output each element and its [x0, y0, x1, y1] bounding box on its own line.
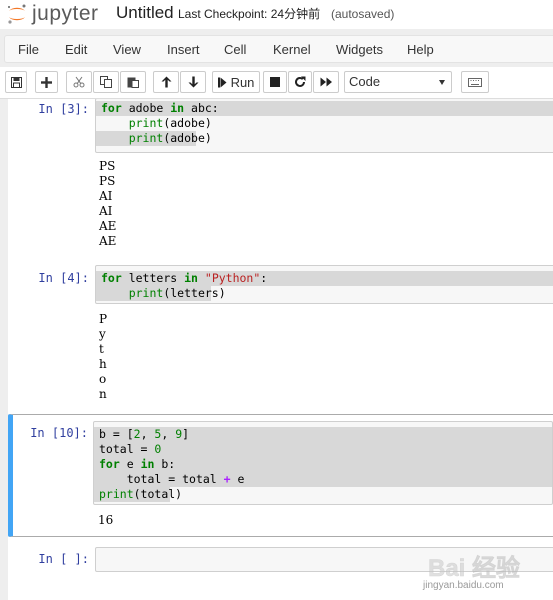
- output-line: 16: [98, 513, 114, 527]
- menu-view[interactable]: View: [113, 42, 141, 57]
- cell-type-select[interactable]: Code: [344, 71, 452, 93]
- jupyter-logo-icon: [8, 4, 26, 24]
- code-line: print(total): [99, 487, 183, 501]
- input-prompt: In [4]:: [38, 271, 89, 285]
- interrupt-button[interactable]: [263, 71, 287, 93]
- menu-widgets[interactable]: Widgets: [336, 42, 383, 57]
- notebook-name[interactable]: Untitled: [116, 3, 174, 23]
- code-line: total = total + e: [126, 472, 245, 486]
- code-line: print(adobe): [128, 116, 212, 130]
- cell-type-value: Code: [349, 74, 381, 89]
- restart-button[interactable]: [288, 71, 312, 93]
- command-palette-button[interactable]: [461, 71, 489, 93]
- arrow-down-icon: [188, 76, 198, 88]
- chevron-down-icon: [439, 80, 445, 85]
- copy-icon: [100, 76, 112, 88]
- cell-input[interactable]: for letters in "Python": print(letters): [95, 265, 553, 304]
- input-prompt: In [ ]:: [38, 552, 89, 566]
- watermark-brand: Bai 经验: [428, 554, 520, 582]
- menu-help[interactable]: Help: [407, 42, 434, 57]
- notebook-container: In [3]: for adobe in abc: print(adobe) p…: [8, 99, 553, 600]
- scissors-icon: [73, 76, 85, 88]
- code-line: print(letters): [128, 286, 226, 300]
- keyboard-icon: [468, 77, 482, 87]
- menu-cell[interactable]: Cell: [224, 42, 246, 57]
- plus-icon: [41, 76, 52, 88]
- paste-icon: [127, 77, 139, 88]
- save-button[interactable]: [5, 71, 27, 93]
- last-checkpoint: Last Checkpoint: 24分钟前: [178, 7, 321, 21]
- output-line: AE: [99, 234, 117, 248]
- output-line: h: [99, 357, 107, 371]
- output-line: t: [99, 342, 104, 356]
- output-line: PS: [99, 174, 116, 188]
- notebook-header: jupyter Untitled Last Checkpoint: 24分钟前 …: [0, 0, 553, 29]
- insert-cell-button[interactable]: [35, 71, 58, 93]
- arrow-up-icon: [161, 76, 171, 88]
- paste-button[interactable]: [120, 71, 146, 93]
- output-line: o: [99, 372, 107, 386]
- refresh-icon: [295, 76, 306, 87]
- menu-edit[interactable]: Edit: [65, 42, 87, 57]
- fast-forward-icon: [320, 77, 332, 87]
- code-line: print(adobe): [128, 131, 212, 145]
- restart-run-all-button[interactable]: [313, 71, 339, 93]
- autosave-status: (autosaved): [331, 7, 395, 21]
- cut-button[interactable]: [66, 71, 92, 93]
- menu-file[interactable]: File: [18, 42, 39, 57]
- watermark-url: jingyan.baidu.com: [423, 580, 504, 591]
- menu-kernel[interactable]: Kernel: [273, 42, 311, 57]
- code-line: total = 0: [99, 442, 162, 456]
- selected-code-cell[interactable]: In [10]: b = [2, 5, 9] total = 0 for e i…: [8, 414, 553, 537]
- output-line: n: [99, 387, 107, 401]
- input-prompt: In [10]:: [30, 426, 88, 440]
- run-label: Run: [230, 74, 255, 90]
- output-line: AE: [99, 219, 117, 233]
- cell-input[interactable]: for adobe in abc: print(adobe) print(ado…: [95, 99, 553, 153]
- jupyter-wordmark: jupyter: [32, 2, 99, 25]
- menu-insert[interactable]: Insert: [167, 42, 200, 57]
- move-down-button[interactable]: [180, 71, 206, 93]
- step-forward-icon: [217, 77, 227, 87]
- toolbar: Run Code: [0, 67, 553, 99]
- code-cell[interactable]: In [3]: for adobe in abc: print(adobe) p…: [8, 99, 553, 252]
- stop-icon: [270, 77, 280, 87]
- output-line: AI: [99, 189, 113, 203]
- menubar: File Edit View Insert Cell Kernel Widget…: [4, 35, 553, 63]
- jupyter-logo[interactable]: jupyter: [6, 3, 106, 25]
- output-line: PS: [99, 159, 116, 173]
- output-line: y: [99, 327, 106, 341]
- code-line: for letters in "Python":: [101, 271, 268, 285]
- run-button[interactable]: Run: [212, 71, 260, 93]
- code-cell[interactable]: In [4]: for letters in "Python": print(l…: [8, 261, 553, 406]
- move-up-button[interactable]: [153, 71, 179, 93]
- code-line: for adobe in abc:: [101, 101, 219, 115]
- code-line: for e in b:: [99, 457, 176, 471]
- save-icon: [10, 76, 22, 88]
- output-line: P: [99, 312, 108, 326]
- output-line: AI: [99, 204, 113, 218]
- input-prompt: In [3]:: [38, 102, 89, 116]
- cell-input[interactable]: b = [2, 5, 9] total = 0 for e in b: tota…: [93, 421, 553, 505]
- copy-button[interactable]: [93, 71, 119, 93]
- code-line: b = [2, 5, 9]: [99, 427, 190, 441]
